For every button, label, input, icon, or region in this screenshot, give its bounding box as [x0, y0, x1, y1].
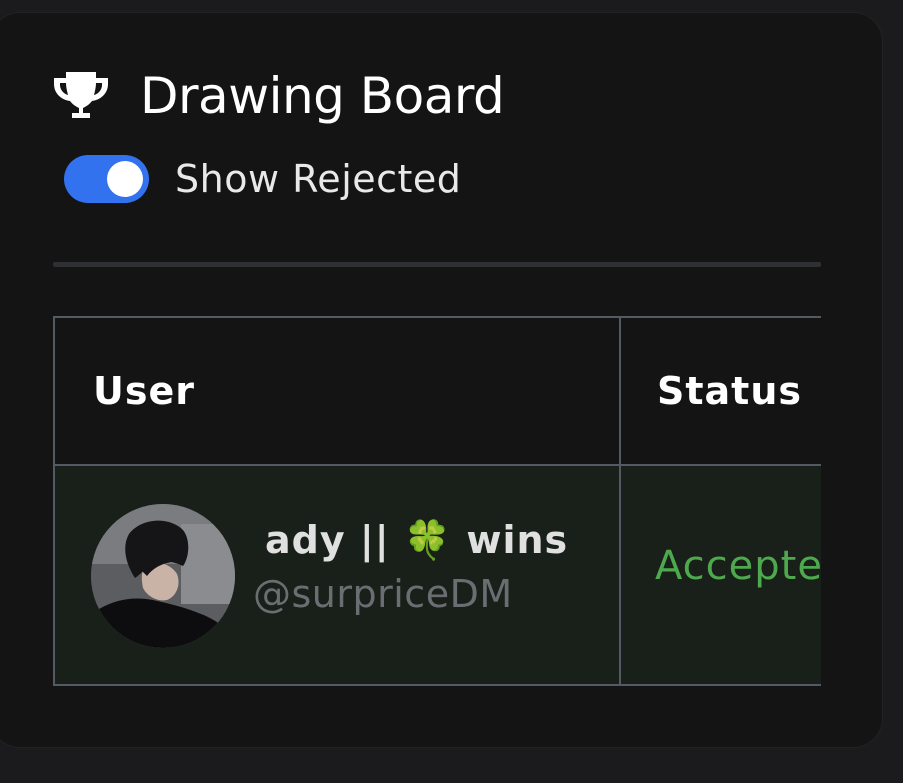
- user-display-name: ady || 🍀 wins: [265, 518, 569, 562]
- column-header-status[interactable]: Status: [619, 316, 821, 466]
- user-handle: @surpriceDM: [253, 572, 513, 616]
- column-header-user[interactable]: User: [53, 316, 621, 466]
- page-title: Drawing Board: [140, 67, 505, 125]
- table-row-status-cell: Accepted: [619, 464, 821, 686]
- panel-header: Drawing Board: [52, 67, 505, 125]
- results-table: User Status ady || 🍀 wins @surpriceDM Ac…: [53, 316, 821, 686]
- avatar[interactable]: [91, 504, 235, 648]
- show-rejected-row: Show Rejected: [64, 152, 461, 206]
- show-rejected-label: Show Rejected: [175, 157, 462, 201]
- show-rejected-toggle[interactable]: [64, 155, 149, 203]
- status-badge: Accepted: [655, 543, 821, 589]
- trophy-icon: [52, 70, 110, 122]
- divider: [53, 262, 821, 267]
- table-row-user-cell[interactable]: ady || 🍀 wins @surpriceDM: [53, 464, 621, 686]
- toggle-knob: [107, 161, 143, 197]
